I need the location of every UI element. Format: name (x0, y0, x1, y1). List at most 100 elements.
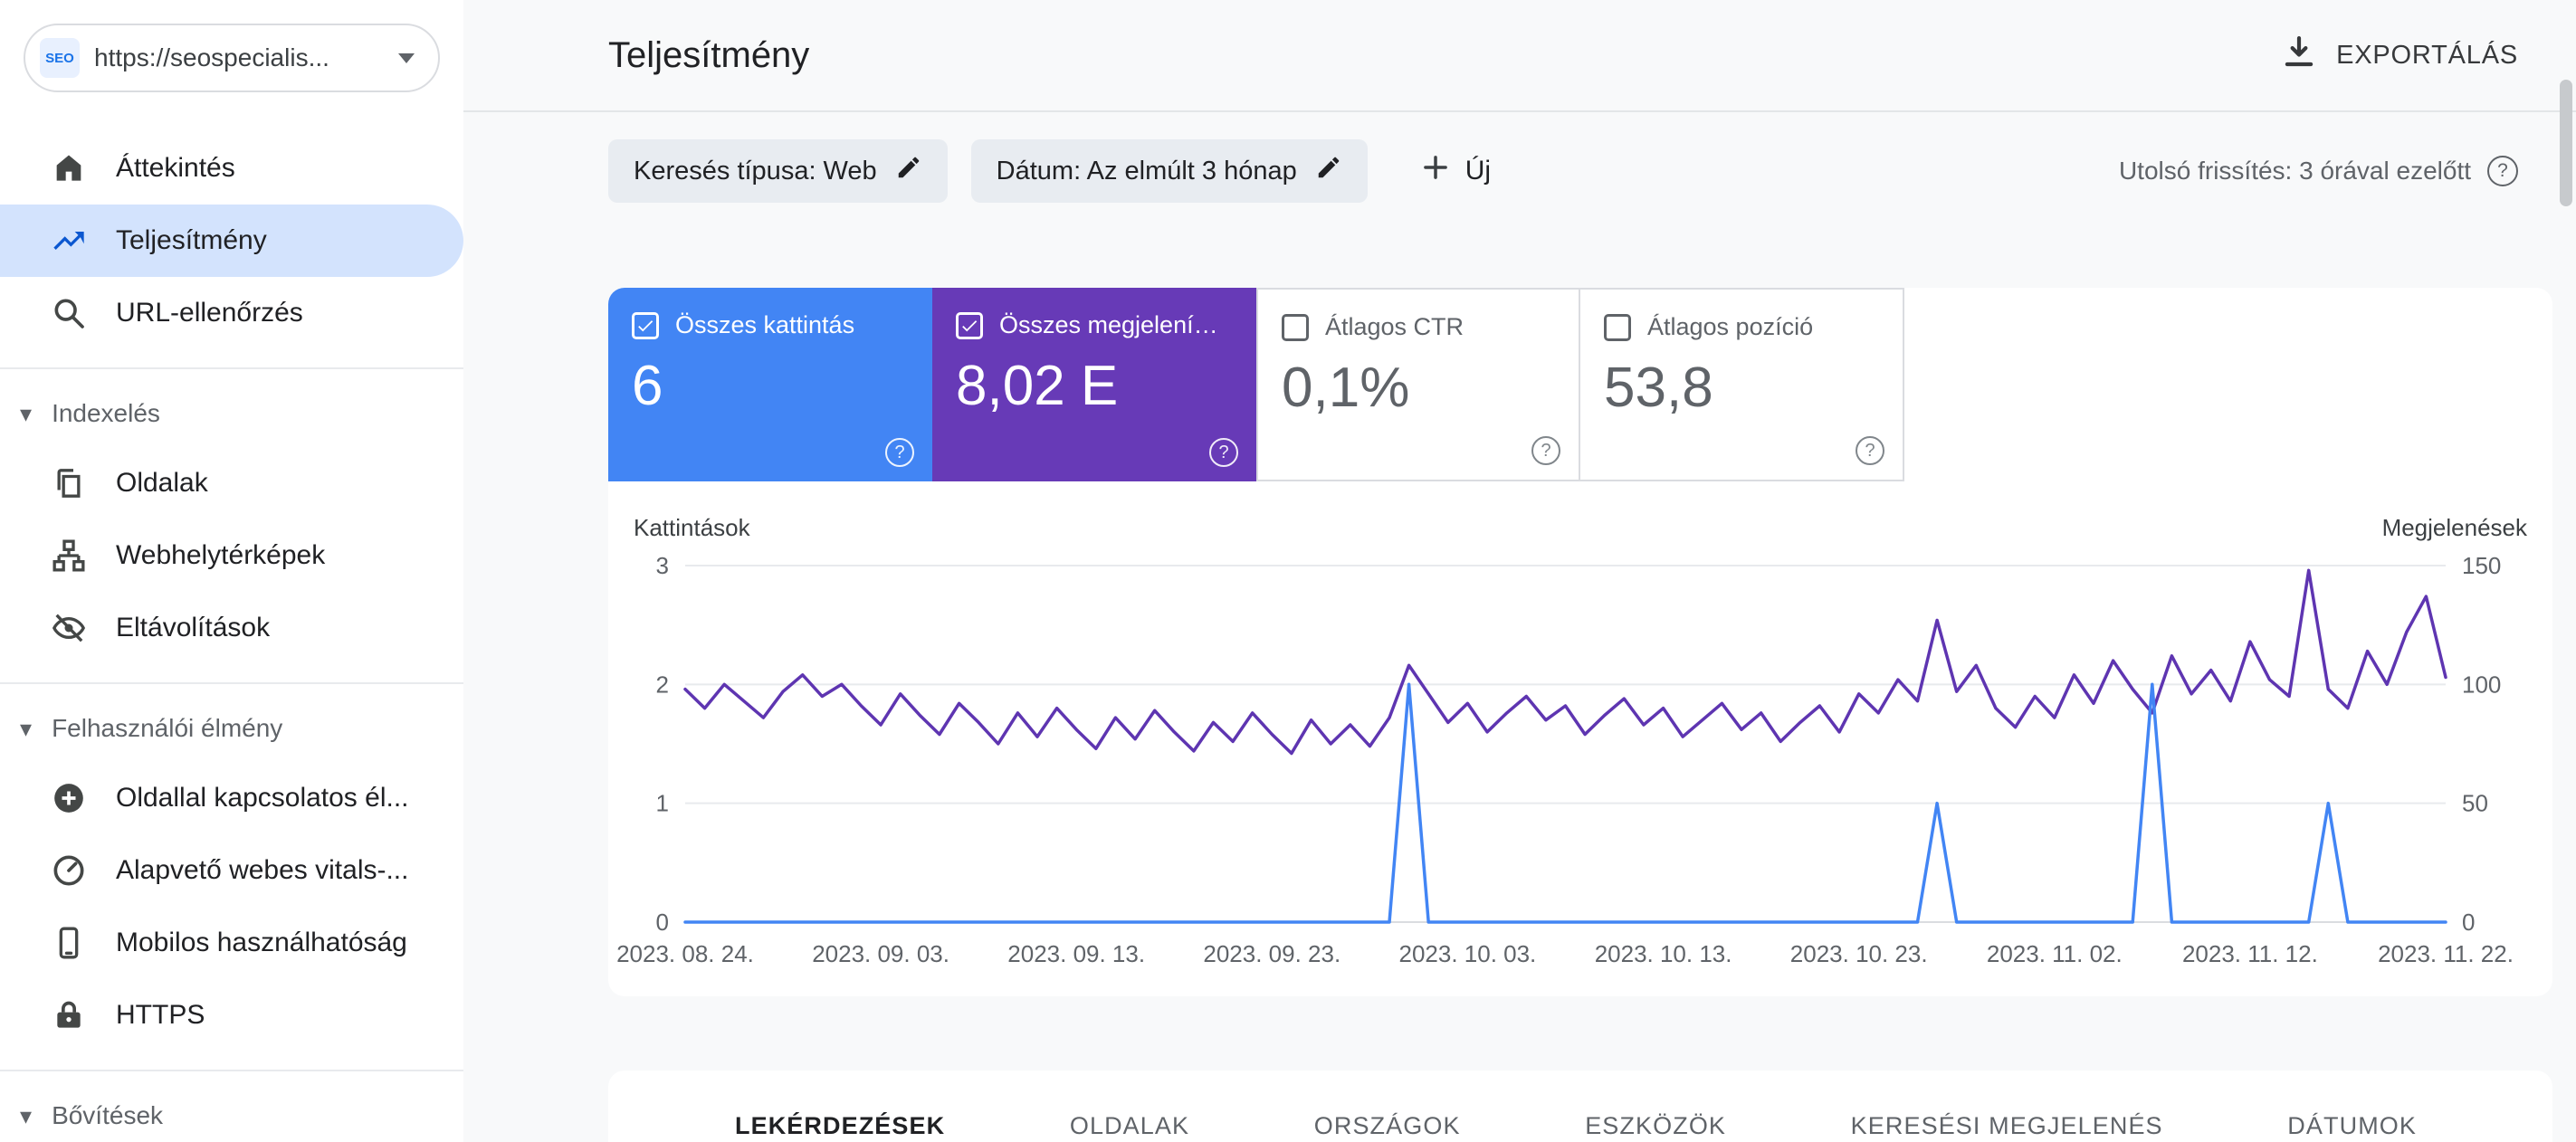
sidebar-item-https[interactable]: HTTPS (0, 979, 463, 1052)
plus-icon (1418, 150, 1453, 192)
sidebar-item-sitemaps[interactable]: Webhelytérképek (0, 519, 463, 592)
metric-cards: Összes kattintás 6 ? Összes megjelení… 8… (608, 288, 2552, 481)
svg-text:1: 1 (656, 790, 669, 817)
main-content: Teljesítmény EXPORTÁLÁS Keresés típusa: … (463, 0, 2576, 1142)
search-icon (51, 295, 87, 331)
chip-label: Dátum: Az elmúlt 3 hónap (996, 156, 1297, 186)
metric-value: 0,1% (1282, 357, 1410, 419)
last-updated: Utolsó frissítés: 3 órával ezelőtt ? (2119, 156, 2518, 186)
divider (0, 1070, 463, 1071)
nav-label: Áttekintés (116, 153, 235, 183)
nav-label: Webhelytérképek (116, 540, 326, 570)
checkbox-unchecked-icon[interactable] (1604, 313, 1631, 341)
metric-card-average-position[interactable]: Átlagos pozíció 53,8 ? (1580, 288, 1904, 481)
sidebar-item-url-inspection[interactable]: URL-ellenőrzés (0, 277, 463, 349)
lock-icon (51, 997, 87, 1033)
core-web-vitals-icon (51, 852, 87, 889)
performance-panel: Összes kattintás 6 ? Összes megjelení… 8… (608, 288, 2552, 996)
metric-label: Átlagos CTR (1325, 313, 1465, 340)
sidebar-item-overview[interactable]: Áttekintés (0, 132, 463, 205)
chart-axis-titles: Kattintások Megjelenések (608, 481, 2552, 549)
new-filter-button[interactable]: Új (1418, 150, 1491, 192)
tab-search-appearance[interactable]: KERESÉSI MEGJELENÉS (1851, 1112, 2163, 1140)
svg-text:50: 50 (2462, 790, 2488, 817)
tab-devices[interactable]: ESZKÖZÖK (1585, 1112, 1726, 1140)
svg-text:2023. 10. 13.: 2023. 10. 13. (1595, 940, 1732, 967)
svg-text:2023. 11. 22.: 2023. 11. 22. (2378, 940, 2514, 967)
dropdown-caret-icon (398, 52, 415, 63)
edit-icon (895, 154, 922, 188)
sidebar-item-removals[interactable]: Eltávolítások (0, 592, 463, 664)
section-experience[interactable]: ▾ Felhasználói élmény (0, 695, 463, 762)
checkbox-unchecked-icon[interactable] (1282, 313, 1309, 341)
sidebar-item-performance[interactable]: Teljesítmény (0, 205, 463, 277)
help-icon[interactable]: ? (2487, 156, 2518, 186)
metric-card-average-ctr[interactable]: Átlagos CTR 0,1% ? (1256, 288, 1580, 481)
metric-card-header: Átlagos CTR (1282, 313, 1555, 341)
metric-card-total-impressions[interactable]: Összes megjelení… 8,02 E ? (932, 288, 1256, 481)
nav-label: Oldallal kapcsolatos él... (116, 783, 409, 813)
svg-text:2023. 10. 03.: 2023. 10. 03. (1398, 940, 1536, 967)
tab-queries[interactable]: LEKÉRDEZÉSEK (735, 1112, 945, 1140)
sitemap-icon (51, 538, 87, 574)
app: seo https://seospecialis... Áttekintés T… (0, 0, 2576, 1142)
tab-pages[interactable]: OLDALAK (1070, 1112, 1189, 1140)
tab-countries[interactable]: ORSZÁGOK (1314, 1112, 1461, 1140)
svg-text:2023. 09. 23.: 2023. 09. 23. (1203, 940, 1340, 967)
metric-card-total-clicks[interactable]: Összes kattintás 6 ? (608, 288, 932, 481)
sidebar: seo https://seospecialis... Áttekintés T… (0, 0, 463, 1142)
property-selector[interactable]: seo https://seospecialis... (24, 24, 440, 92)
nav-label: Alapvető webes vitals-... (116, 855, 409, 885)
metric-label: Összes megjelení… (999, 311, 1218, 338)
download-icon (2280, 33, 2318, 78)
metric-label: Összes kattintás (675, 311, 855, 338)
svg-text:0: 0 (2462, 909, 2475, 936)
dimension-tabs: LEKÉRDEZÉSEK OLDALAK ORSZÁGOK ESZKÖZÖK K… (608, 1112, 2552, 1140)
section-enhancements[interactable]: ▾ Bővítések (0, 1082, 463, 1142)
property-label: https://seospecialis... (94, 43, 329, 71)
checkbox-checked-icon[interactable] (632, 311, 659, 339)
export-label: EXPORTÁLÁS (2336, 40, 2518, 70)
help-icon[interactable]: ? (1856, 436, 1884, 465)
svg-text:2: 2 (656, 671, 669, 698)
filter-chips: Keresés típusa: Web Dátum: Az elmúlt 3 h… (608, 139, 1491, 203)
section-label: Bővítések (52, 1101, 164, 1129)
svg-text:3: 3 (656, 552, 669, 579)
sidebar-item-mobile-usability[interactable]: Mobilos használhatóság (0, 907, 463, 979)
filter-bar: Keresés típusa: Web Dátum: Az elmúlt 3 h… (463, 112, 2576, 203)
svg-text:100: 100 (2462, 671, 2501, 698)
svg-text:2023. 09. 03.: 2023. 09. 03. (812, 940, 949, 967)
nav-label: Mobilos használhatóság (116, 928, 407, 957)
filter-chip-date[interactable]: Dátum: Az elmúlt 3 hónap (970, 139, 1368, 203)
filter-chip-search-type[interactable]: Keresés típusa: Web (608, 139, 948, 203)
svg-text:0: 0 (656, 909, 669, 936)
checkbox-checked-icon[interactable] (956, 311, 983, 339)
svg-text:150: 150 (2462, 552, 2501, 579)
metric-value: 53,8 (1604, 357, 1713, 419)
scrollbar[interactable] (2560, 80, 2572, 206)
home-icon (51, 150, 87, 186)
help-icon[interactable]: ? (1531, 436, 1560, 465)
chip-label: Keresés típusa: Web (634, 156, 877, 186)
help-icon[interactable]: ? (885, 438, 914, 467)
export-button[interactable]: EXPORTÁLÁS (2280, 33, 2518, 78)
nav-label: Eltávolítások (116, 613, 271, 642)
performance-line-chart[interactable]: 0 01 502 1003 1502023. 08. 24. 2023. 09. 03. 2… (608, 549, 2552, 975)
svg-text:2023. 11. 02.: 2023. 11. 02. (1987, 940, 2123, 967)
page-experience-icon (51, 780, 87, 816)
sidebar-item-pages[interactable]: Oldalak (0, 447, 463, 519)
tab-dates[interactable]: DÁTUMOK (2287, 1112, 2417, 1140)
help-icon[interactable]: ? (1209, 438, 1238, 467)
metric-card-header: Összes megjelení… (956, 311, 1233, 339)
sidebar-item-page-experience[interactable]: Oldallal kapcsolatos él... (0, 762, 463, 834)
svg-text:2023. 08. 24.: 2023. 08. 24. (616, 940, 754, 967)
edit-icon (1315, 154, 1342, 188)
trending-up-icon (51, 223, 87, 259)
nav-label: URL-ellenőrzés (116, 298, 303, 328)
nav-label: Teljesítmény (116, 225, 267, 255)
section-indexing[interactable]: ▾ Indexelés (0, 380, 463, 447)
sidebar-item-core-web-vitals[interactable]: Alapvető webes vitals-... (0, 834, 463, 907)
svg-text:2023. 09. 13.: 2023. 09. 13. (1007, 940, 1145, 967)
metric-value: 6 (632, 355, 663, 417)
right-axis-title: Megjelenések (2381, 514, 2527, 541)
